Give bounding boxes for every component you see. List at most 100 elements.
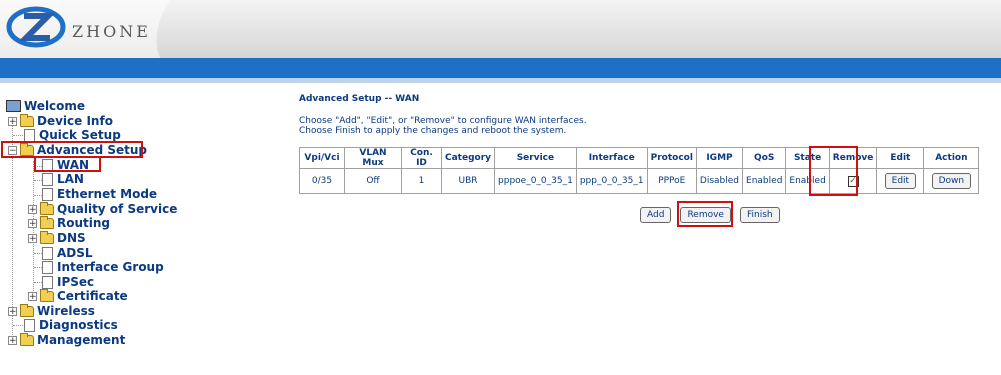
page-icon	[42, 260, 53, 274]
column-header: Interface	[575, 147, 648, 169]
page-icon	[42, 246, 53, 260]
page-description: Choose "Add", "Edit", or "Remove" to con…	[299, 116, 587, 136]
tree-item-wireless[interactable]: + Wireless	[8, 303, 95, 318]
computer-icon	[6, 100, 21, 112]
expand-icon[interactable]: +	[28, 218, 37, 228]
tree-label: Diagnostics	[39, 318, 118, 332]
zhone-logo-icon	[6, 6, 66, 48]
folder-icon	[40, 215, 54, 229]
tree-connector	[34, 253, 42, 254]
column-header: QoS	[742, 147, 787, 169]
tree-label: Wireless	[37, 304, 95, 318]
header-band-line	[0, 78, 1001, 83]
page-icon	[42, 275, 53, 289]
cell-service: pppoe_0_0_35_1	[494, 168, 577, 194]
cell-igmp: Disabled	[695, 168, 744, 194]
tree-item-interface-group[interactable]: Interface Group	[42, 260, 164, 274]
cell-con-id: 1	[401, 168, 442, 194]
folder-icon	[40, 201, 54, 215]
folder-icon	[40, 230, 54, 244]
column-header: Category	[440, 147, 496, 169]
tree-label: Routing	[57, 216, 111, 230]
tree-label: Certificate	[57, 289, 128, 303]
zhone-logo: ZHONE	[6, 4, 206, 54]
tree-label: Ethernet Mode	[57, 187, 158, 201]
tree-item-quick-setup[interactable]: Quick Setup	[24, 128, 121, 142]
table-header-row: Vpi/Vci VLAN Mux Con. ID Category Servic…	[299, 147, 980, 169]
tree-label: Quality of Service	[57, 202, 178, 216]
description-line: Choose "Add", "Edit", or "Remove" to con…	[299, 116, 587, 126]
column-header: Action	[923, 147, 980, 169]
expand-icon[interactable]: +	[28, 233, 37, 243]
page-icon	[42, 187, 53, 201]
tree-item-dns[interactable]: + DNS	[28, 230, 86, 245]
folder-icon	[20, 113, 34, 127]
wan-interfaces-table: Vpi/Vci VLAN Mux Con. ID Category Servic…	[299, 147, 980, 194]
tree-label: Management	[37, 333, 126, 347]
page-icon	[24, 128, 35, 142]
tree-item-quality-of-service[interactable]: + Quality of Service	[28, 201, 178, 216]
expand-icon[interactable]: +	[8, 116, 17, 126]
tree-label: DNS	[57, 231, 86, 245]
header-banner: ZHONE	[0, 0, 1001, 58]
folder-icon	[20, 303, 34, 317]
header-band	[0, 58, 1001, 78]
tree-item-management[interactable]: + Management	[8, 332, 126, 347]
finish-button[interactable]: Finish	[739, 207, 780, 223]
column-header: VLAN Mux	[344, 147, 402, 169]
expand-icon[interactable]: +	[8, 306, 17, 316]
tree-connector	[34, 267, 42, 268]
page-icon	[24, 318, 35, 332]
expand-icon[interactable]: +	[28, 204, 37, 214]
highlight-wan	[34, 156, 101, 172]
expand-icon[interactable]: +	[8, 335, 17, 345]
navigation-tree: Welcome + Device Info Quick Setup − Adva…	[0, 96, 290, 356]
tree-connector	[34, 282, 42, 283]
tree-label: LAN	[57, 172, 84, 186]
tree-item-certificate[interactable]: + Certificate	[28, 288, 128, 303]
column-header: Vpi/Vci	[299, 147, 345, 169]
tree-label: Interface Group	[57, 260, 164, 274]
folder-icon	[40, 288, 54, 302]
tree-item-welcome[interactable]: Welcome	[6, 99, 85, 113]
cell-edit: Edit	[876, 168, 925, 194]
column-header: Con. ID	[401, 147, 442, 169]
table-row: 0/35 Off 1 UBR pppoe_0_0_35_1 ppp_0_0_35…	[299, 168, 980, 194]
tree-item-ethernet-mode[interactable]: Ethernet Mode	[42, 187, 157, 201]
cell-vpivci: 0/35	[299, 168, 345, 194]
cell-action: Down	[923, 168, 980, 194]
down-button[interactable]: Down	[931, 173, 972, 189]
tree-connector	[34, 195, 42, 196]
tree-label: ADSL	[57, 246, 93, 260]
column-header: Edit	[876, 147, 925, 169]
cell-protocol: PPPoE	[646, 168, 697, 194]
cell-interface: ppp_0_0_35_1	[575, 168, 648, 194]
column-header: IGMP	[695, 147, 744, 169]
highlight-remove-button	[677, 201, 733, 227]
tree-item-diagnostics[interactable]: Diagnostics	[24, 318, 118, 332]
expand-icon[interactable]: +	[28, 291, 37, 301]
column-header: Protocol	[646, 147, 697, 169]
highlight-remove-column	[809, 146, 858, 196]
tree-item-ipsec[interactable]: IPSec	[42, 275, 94, 289]
add-button[interactable]: Add	[640, 207, 672, 223]
tree-connector	[13, 135, 23, 136]
logo-text: ZHONE	[72, 22, 151, 41]
tree-label: IPSec	[57, 275, 95, 289]
folder-icon	[20, 332, 34, 346]
tree-connector	[34, 180, 42, 181]
cell-vlan-mux: Off	[344, 168, 402, 194]
tree-connector	[13, 325, 23, 326]
description-line: Choose Finish to apply the changes and r…	[299, 126, 567, 136]
edit-button[interactable]: Edit	[884, 173, 917, 189]
tree-item-adsl[interactable]: ADSL	[42, 246, 93, 260]
tree-label: Quick Setup	[39, 128, 121, 142]
tree-item-routing[interactable]: + Routing	[28, 215, 111, 230]
tree-label: Device Info	[37, 114, 113, 128]
tree-item-lan[interactable]: LAN	[42, 172, 84, 186]
cell-qos: Enabled	[742, 168, 787, 194]
column-header: Service	[494, 147, 577, 169]
cell-category: UBR	[440, 168, 496, 194]
tree-label: Welcome	[24, 99, 86, 113]
tree-item-device-info[interactable]: + Device Info	[8, 113, 113, 128]
